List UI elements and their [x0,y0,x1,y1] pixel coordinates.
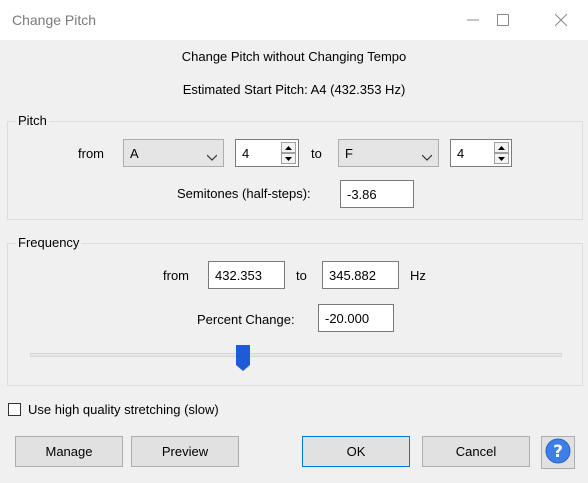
dialog-heading: Change Pitch without Changing Tempo [181,49,407,64]
ok-button[interactable]: OK [302,436,410,467]
from-octave-value: 4 [242,146,250,161]
spin-down-icon[interactable] [281,153,296,164]
spin-down-icon[interactable] [494,153,509,164]
semitones-label: Semitones (half-steps): [177,186,311,201]
chevron-down-icon [421,149,433,164]
percent-change-slider-thumb[interactable] [236,345,250,374]
window-title: Change Pitch [12,12,97,28]
frequency-group-label: Frequency [16,235,82,250]
help-icon: ? [545,438,571,467]
maximize-icon [497,14,509,26]
frequency-from-input[interactable]: 432.353 [208,261,285,289]
chevron-down-icon [206,149,218,164]
from-note-select[interactable]: A [123,139,224,167]
from-note-value: A [130,146,139,161]
frequency-to-input[interactable]: 345.882 [322,261,399,289]
frequency-from-label: from [163,268,189,283]
cancel-button[interactable]: Cancel [422,436,530,467]
semitones-value: -3.86 [347,187,377,202]
ok-button-label: OK [346,444,366,459]
to-note-select[interactable]: F [338,139,439,167]
close-button[interactable] [538,0,584,40]
semitones-input[interactable]: -3.86 [340,180,414,208]
pitch-group-label: Pitch [16,113,49,128]
help-button[interactable]: ? [541,436,575,469]
estimated-start-pitch: Estimated Start Pitch: A4 (432.353 Hz) [182,82,406,97]
to-octave-stepper[interactable]: 4 [450,139,512,167]
percent-change-label: Percent Change: [197,312,295,327]
from-octave-stepper[interactable]: 4 [235,139,299,167]
manage-button[interactable]: Manage [15,436,123,467]
spin-up-icon[interactable] [281,142,296,153]
to-octave-value: 4 [457,146,465,161]
spin-up-icon[interactable] [494,142,509,153]
high-quality-label: Use high quality stretching (slow) [28,402,219,417]
percent-change-value: -20.000 [325,311,370,326]
frequency-unit: Hz [410,268,426,283]
close-icon [555,14,567,26]
to-note-value: F [345,146,353,161]
frequency-group [7,243,583,386]
pitch-from-label: from [78,146,104,161]
manage-button-label: Manage [45,444,93,459]
percent-change-input[interactable]: -20.000 [318,304,394,332]
pitch-group [7,121,583,220]
high-quality-checkbox[interactable] [8,403,21,416]
maximize-button[interactable] [480,0,526,40]
frequency-from-value: 432.353 [215,268,262,283]
preview-button[interactable]: Preview [131,436,239,467]
svg-text:?: ? [553,442,563,462]
pitch-to-label: to [311,146,322,161]
frequency-to-value: 345.882 [329,268,376,283]
title-bar: Change Pitch [0,0,588,40]
minimize-icon [467,14,479,26]
cancel-button-label: Cancel [455,444,497,459]
frequency-to-label: to [296,268,307,283]
percent-change-slider-track[interactable] [30,353,562,357]
preview-button-label: Preview [161,444,209,459]
